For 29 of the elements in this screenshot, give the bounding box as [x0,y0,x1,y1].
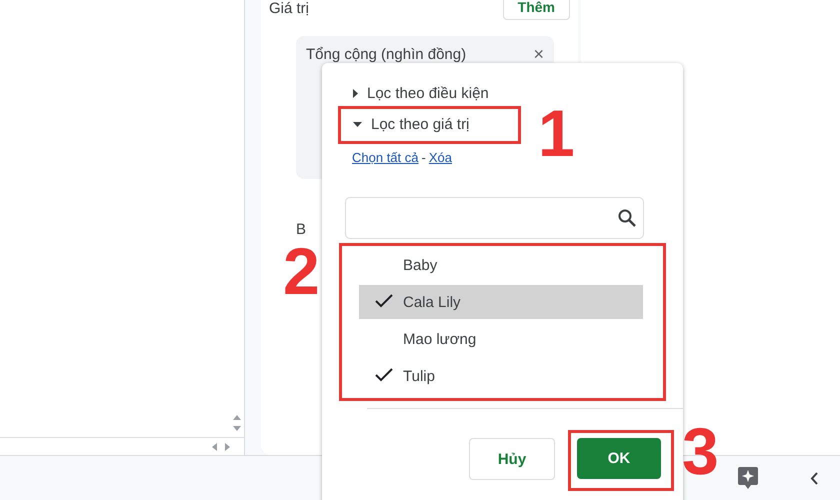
value-option[interactable]: Cala Lily [359,285,643,319]
close-button[interactable]: × [533,46,544,62]
value-option[interactable]: Mao lương [359,322,643,356]
filter-section-toggle[interactable]: Lọc theo điều kiện [349,80,493,107]
filter-section-toggle[interactable]: Lọc theo giá trị [349,111,474,138]
sparkle-icon[interactable] [738,467,758,489]
step-number: 1 [538,100,575,166]
scroll-down-icon[interactable] [233,426,241,431]
step-number: 3 [682,418,719,484]
search-icon [617,208,637,228]
caret-right-icon [353,89,358,98]
scroll-left-icon[interactable] [212,442,217,450]
cancel-button[interactable]: Hủy [469,438,555,480]
separator: - [422,150,426,165]
caret-down-icon [353,122,362,127]
values-label: Giá trị [269,0,310,17]
ok-button[interactable]: OK [577,438,661,479]
step-number: 2 [283,238,320,304]
value-option[interactable]: Baby [359,248,643,282]
select-all-link[interactable]: Chọn tất cả [352,150,418,165]
add-button[interactable]: Thêm [502,0,570,20]
chip-label: Tổng cộng (nghìn đồng) [306,46,466,63]
chevron-left-icon[interactable] [810,472,818,484]
scroll-up-icon[interactable] [233,415,241,420]
search-field[interactable] [345,197,644,239]
section-label: B [296,221,308,238]
clear-link[interactable]: Xóa [428,150,452,165]
scroll-right-icon[interactable] [225,442,230,450]
value-option[interactable]: Tulip [359,359,643,393]
